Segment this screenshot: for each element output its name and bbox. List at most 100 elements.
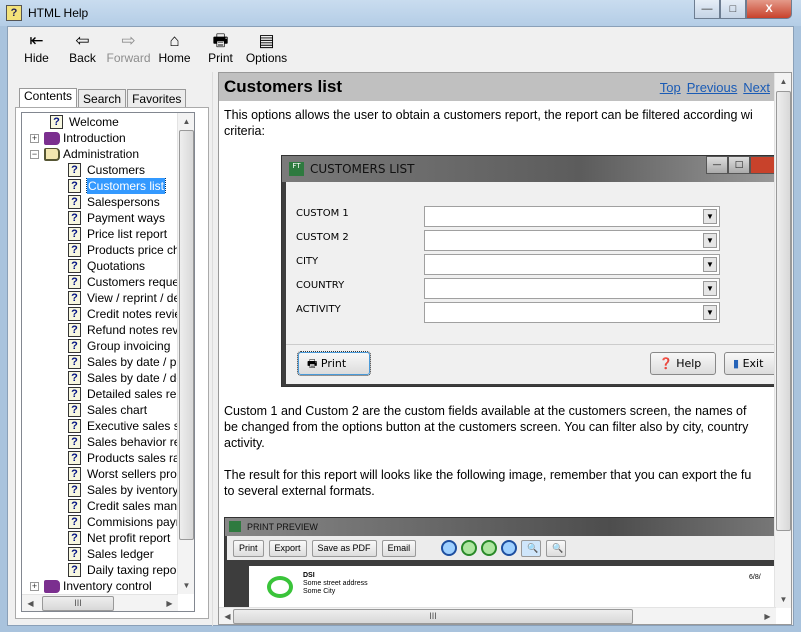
content-scroll-thumb[interactable]	[776, 91, 791, 531]
tree-item[interactable]: ? Commisions paymer	[22, 514, 178, 530]
tree-item[interactable]: ? Salespersons	[22, 194, 178, 210]
tree-item[interactable]: ? Products price char	[22, 242, 178, 258]
maximize-button[interactable]: □	[720, 0, 746, 19]
scroll-left-arrow-icon[interactable]: ◀	[22, 595, 39, 611]
text-line: criteria:	[224, 124, 265, 138]
help-page-icon: ?	[68, 179, 81, 193]
tree-item-label: Sales by date / pro	[87, 355, 178, 369]
zoom-out-icon: 🔍	[521, 539, 542, 557]
help-page-icon: ?	[68, 163, 81, 177]
tree-item-label: Price list report	[87, 227, 168, 241]
field-label: COUNTRY	[296, 280, 345, 291]
tree-item[interactable]: ? Products sales rank	[22, 450, 178, 466]
scroll-right-arrow-icon[interactable]: ▶	[759, 608, 776, 624]
tree-item[interactable]: ? Sales chart	[22, 402, 178, 418]
toolbar-label: Forward	[106, 51, 151, 65]
tree-item[interactable]: ? Sales by date / pro	[22, 354, 178, 370]
tree-item[interactable]: ? Executive sales sur	[22, 418, 178, 434]
help-window: ⇤ Hide ⇦ Back ⇨ Forward ⌂ Home 🖶 Print ▤ Options Co…	[7, 26, 794, 626]
tree-horizontal-scrollbar[interactable]: ◀ III ▶	[22, 594, 178, 611]
close-button[interactable]: X	[746, 0, 792, 19]
help-page-icon: ?	[68, 227, 81, 241]
tab-favorites[interactable]: Favorites	[127, 89, 187, 108]
scroll-down-arrow-icon[interactable]: ▼	[775, 591, 791, 608]
tree-item[interactable]: ? Price list report	[22, 226, 178, 242]
tree-item-label: Inventory control	[63, 579, 152, 593]
window-title: HTML Help	[28, 6, 89, 20]
next-link[interactable]: Next	[743, 80, 770, 95]
hide-button[interactable]: ⇤ Hide	[14, 27, 59, 71]
tree-item[interactable]: ? Customers	[22, 162, 178, 178]
tab-contents[interactable]: Contents	[19, 88, 78, 108]
field-label: CUSTOM 2	[296, 232, 349, 243]
tree-item[interactable]: ? Welcome	[22, 114, 178, 130]
content-horizontal-scrollbar[interactable]: ◀ III ▶	[219, 607, 776, 624]
help-page-icon: ?	[68, 339, 81, 353]
expand-icon[interactable]: +	[30, 582, 39, 591]
tree-item[interactable]: ? Customers list	[22, 178, 178, 194]
tree-item[interactable]: ? Sales by iventory st	[22, 482, 178, 498]
expand-icon[interactable]: +	[30, 134, 39, 143]
previous-page-icon	[461, 540, 478, 556]
dialog-maximize-icon: □	[728, 156, 750, 174]
tab-search[interactable]: Search	[78, 89, 127, 108]
scroll-right-arrow-icon[interactable]: ▶	[161, 595, 178, 611]
tree-item[interactable]: ? Daily taxing report	[22, 562, 178, 578]
scroll-up-arrow-icon[interactable]: ▲	[775, 73, 791, 90]
preview-save-pdf-button: Save as PDF	[311, 539, 377, 557]
next-page-icon	[481, 540, 498, 556]
tree-item[interactable]: − Administration	[22, 146, 178, 162]
dialog-minimize-icon: —	[706, 156, 728, 174]
help-page-icon: ?	[68, 291, 81, 305]
tree-item[interactable]: ? Net profit report	[22, 530, 178, 546]
filter-field: CUSTOM 1 ▼	[296, 206, 736, 230]
help-page-icon: ?	[68, 547, 81, 561]
print-button[interactable]: 🖶 Print	[198, 27, 243, 71]
tree-item[interactable]: ? Sales behavior repo	[22, 434, 178, 450]
content-vertical-scrollbar[interactable]: ▲ ▼	[774, 73, 791, 608]
tree-item-label: Products sales rank	[87, 451, 178, 465]
tree-item[interactable]: ? Sales by date / doc	[22, 370, 178, 386]
tree-item[interactable]: ? View / reprint / dele	[22, 290, 178, 306]
tree-item-label: Salespersons	[87, 195, 160, 209]
tree-item-label: Daily taxing report	[87, 563, 178, 577]
tree-item-label: Administration	[63, 147, 140, 161]
help-page-icon: ?	[68, 323, 81, 337]
tree-item[interactable]: + Inventory control	[22, 578, 178, 594]
tree-item[interactable]: ? Sales ledger	[22, 546, 178, 562]
title-bar: ? HTML Help — □ X	[0, 0, 801, 26]
tree-item[interactable]: ? Customers requests	[22, 274, 178, 290]
scroll-down-arrow-icon[interactable]: ▼	[178, 577, 194, 594]
tree-vertical-scrollbar[interactable]: ▲ ▼	[177, 113, 194, 594]
tree-item[interactable]: ? Payment ways	[22, 210, 178, 226]
tree-item-label: Sales ledger	[87, 547, 154, 561]
tree-item[interactable]: ? Credit notes review	[22, 306, 178, 322]
company-address: Some street address	[303, 580, 368, 587]
minimize-button[interactable]: —	[694, 0, 720, 19]
tree-item[interactable]: ? Credit sales manag	[22, 498, 178, 514]
tree-hscroll-thumb[interactable]: III	[42, 596, 114, 611]
tree-item[interactable]: ? Worst sellers produ	[22, 466, 178, 482]
tree-item-label: View / reprint / dele	[87, 291, 178, 305]
forward-arrow-icon: ⇨	[121, 31, 136, 50]
content-hscroll-thumb[interactable]: III	[233, 609, 633, 624]
help-page-icon: ?	[68, 211, 81, 225]
options-button[interactable]: ▤ Options	[244, 27, 289, 71]
back-button[interactable]: ⇦ Back	[60, 27, 105, 71]
chevron-down-icon: ▼	[703, 305, 717, 320]
top-link[interactable]: Top	[660, 80, 681, 95]
collapse-icon[interactable]: −	[30, 150, 39, 159]
text-line: This options allows the user to obtain a…	[224, 108, 753, 122]
tree-scroll-thumb[interactable]	[179, 130, 194, 540]
scroll-up-arrow-icon[interactable]: ▲	[178, 113, 194, 130]
home-button[interactable]: ⌂ Home	[152, 27, 197, 71]
field-label: CITY	[296, 256, 319, 267]
tree-item[interactable]: + Introduction	[22, 130, 178, 146]
tree-item[interactable]: ? Refund notes revie	[22, 322, 178, 338]
chevron-down-icon: ▼	[703, 281, 717, 296]
tree-item[interactable]: ? Quotations	[22, 258, 178, 274]
tree-item[interactable]: ? Detailed sales repo	[22, 386, 178, 402]
tree-item[interactable]: ? Group invoicing	[22, 338, 178, 354]
previous-link[interactable]: Previous	[687, 80, 738, 95]
preview-email-button: Email	[381, 539, 417, 557]
